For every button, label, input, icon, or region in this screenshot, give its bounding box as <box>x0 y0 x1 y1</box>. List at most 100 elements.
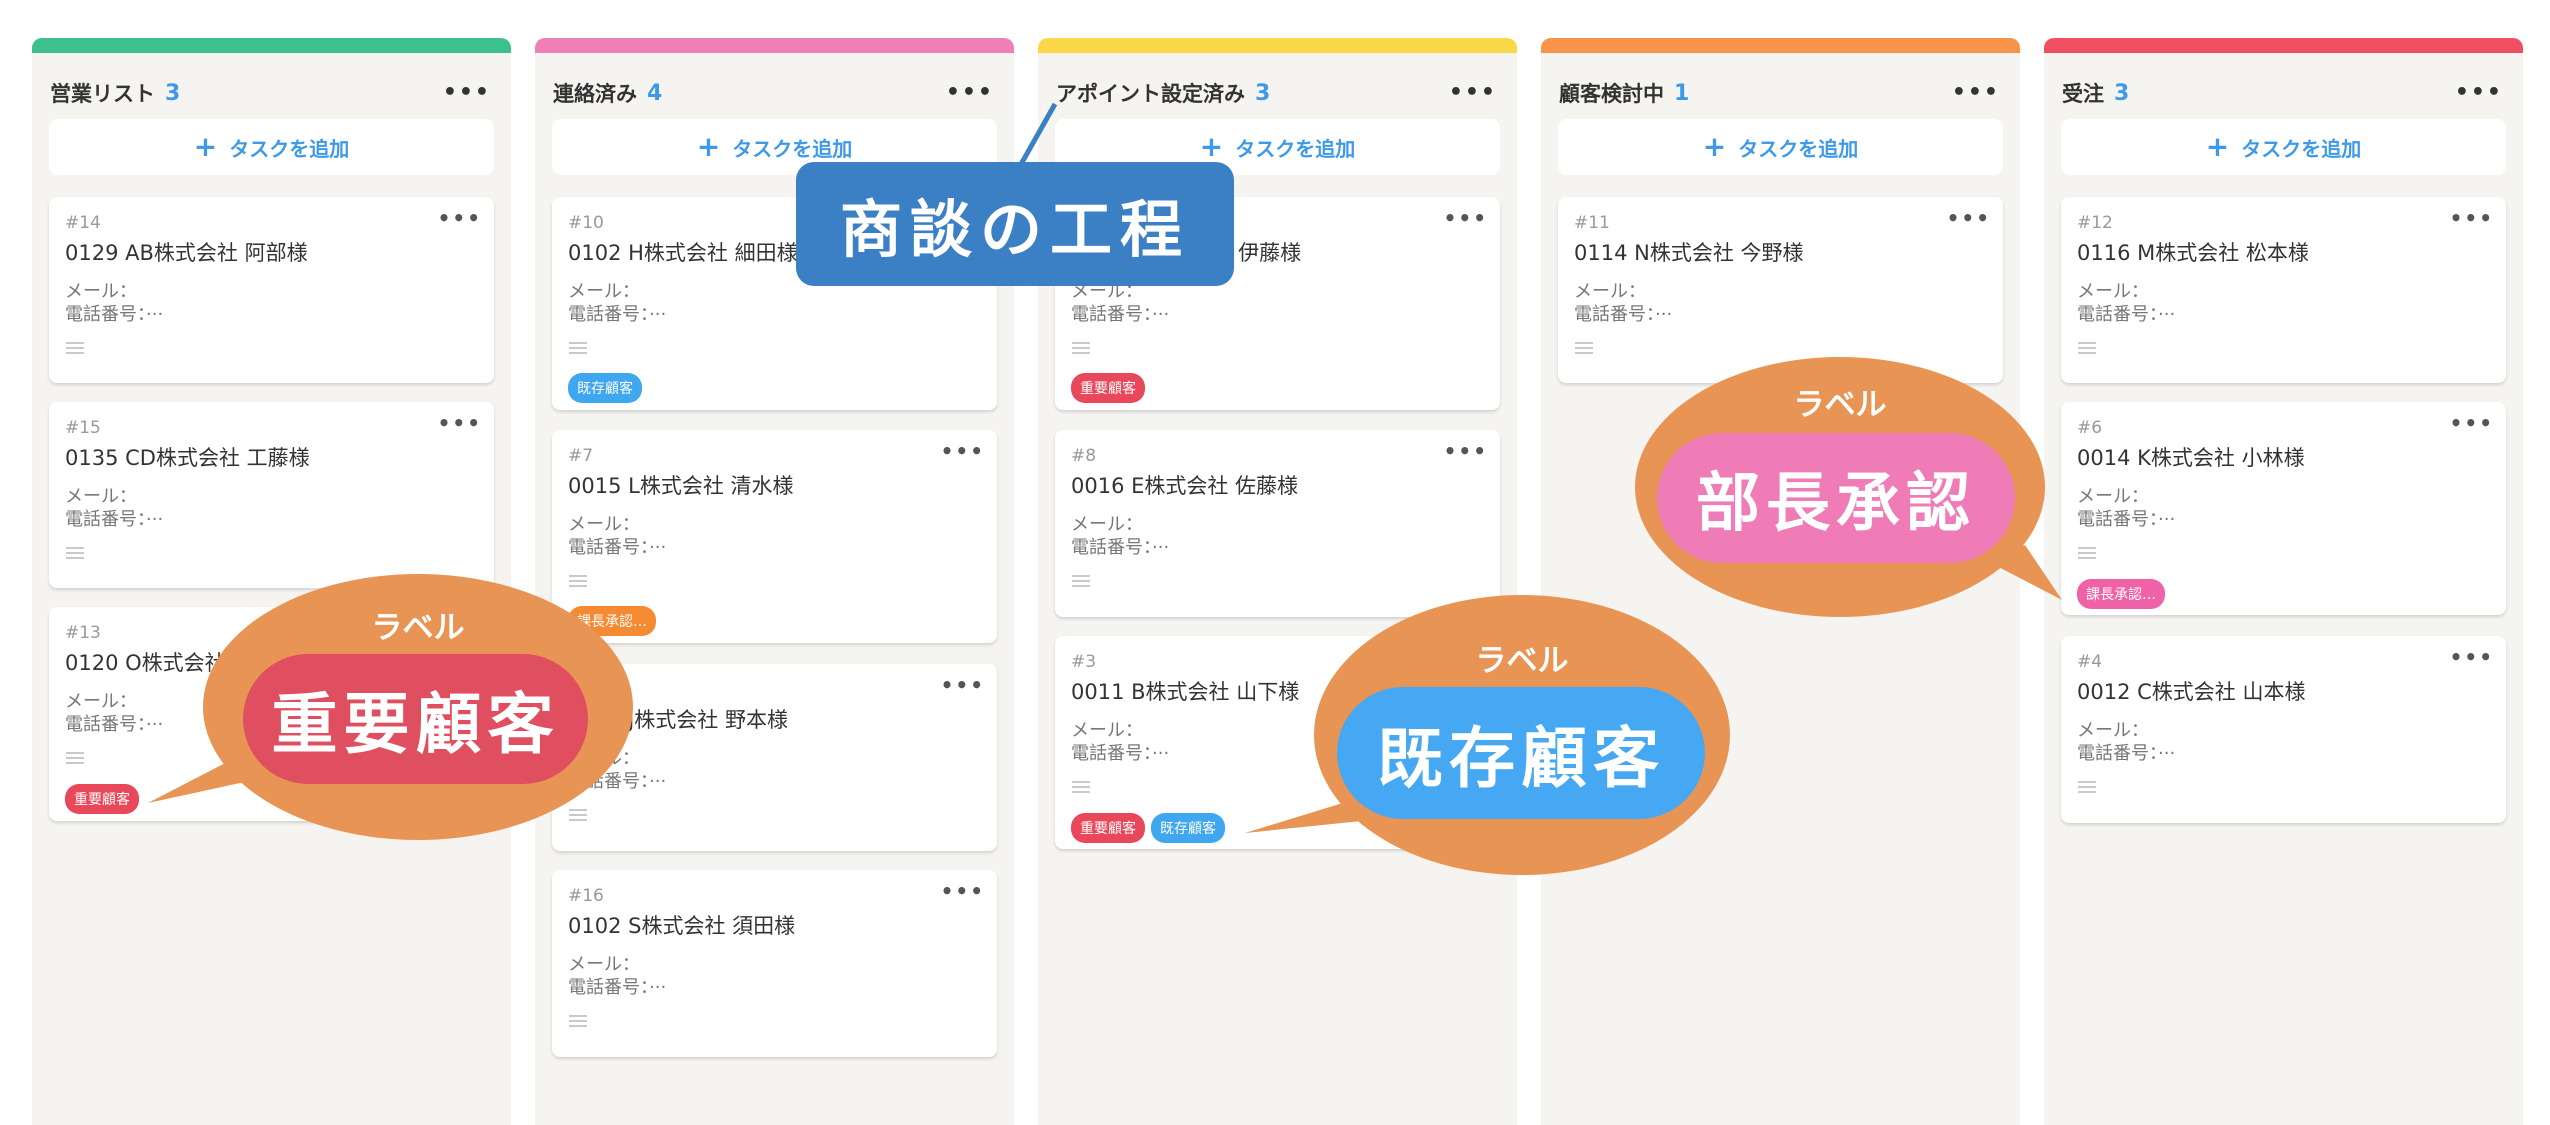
callout-label-manager-approval: ラベル 部長承認 <box>1635 357 2045 617</box>
card-more-icon[interactable]: ••• <box>2450 206 2494 230</box>
kanban-board: 営業リスト 3 ••• + タスクを追加 #14 ••• 0129 AB株式会社… <box>0 0 2550 1125</box>
callout-label-important: ラベル 重要顧客 <box>203 574 633 840</box>
label-chip[interactable]: 課長承認… <box>2077 579 2165 609</box>
card-title: 0116 M株式会社 松本様 <box>2077 241 2309 265</box>
card-more-icon[interactable]: ••• <box>1444 206 1488 230</box>
callout-caption: ラベル <box>371 610 465 646</box>
task-card[interactable]: #11 ••• 0114 N株式会社 今野様 メール： 電話番号：··· <box>1558 197 2003 383</box>
callout-pill: 重要顧客 <box>243 654 588 784</box>
column-color-bar <box>32 38 511 53</box>
card-id: #14 <box>65 213 101 233</box>
card-more-icon[interactable]: ••• <box>438 411 482 435</box>
task-card[interactable]: #8 ••• 0016 E株式会社 佐藤様 メール： 電話番号：··· <box>1055 430 1500 617</box>
callout-label-existing: ラベル 既存顧客 <box>1314 595 1730 875</box>
column-more-icon[interactable]: ••• <box>1952 82 2000 104</box>
add-task-button[interactable]: + タスクを追加 <box>49 119 494 175</box>
card-more-icon[interactable]: ••• <box>438 206 482 230</box>
card-title: 0129 AB株式会社 阿部様 <box>65 241 308 265</box>
card-phone: 電話番号：··· <box>2077 743 2176 764</box>
column-header: 営業リスト 3 ••• <box>50 73 491 113</box>
column-more-icon[interactable]: ••• <box>2455 82 2503 104</box>
checklist-icon <box>66 547 84 561</box>
checklist-icon <box>569 342 587 356</box>
card-id: #13 <box>65 623 101 643</box>
column-header: 顧客検討中 1 ••• <box>1559 73 2000 113</box>
card-title: 0015 L株式会社 清水様 <box>568 474 794 498</box>
column-more-icon[interactable]: ••• <box>443 82 491 104</box>
card-labels: 重要顧客 <box>65 784 139 814</box>
card-more-icon[interactable]: ••• <box>2450 411 2494 435</box>
label-chip[interactable]: 既存顧客 <box>1151 813 1225 843</box>
card-labels: 課長承認… <box>2077 579 2165 609</box>
column-color-bar <box>535 38 1014 53</box>
card-phone: 電話番号：··· <box>568 537 667 558</box>
card-id: #12 <box>2077 213 2113 233</box>
add-task-button[interactable]: + タスクを追加 <box>1558 119 2003 175</box>
card-labels: 既存顧客 <box>568 373 642 403</box>
checklist-icon <box>66 752 84 766</box>
task-card[interactable]: #12 ••• 0116 M株式会社 松本様 メール： 電話番号：··· <box>2061 197 2506 383</box>
plus-icon: + <box>1702 130 1727 163</box>
card-labels: 重要顧客 <box>1071 373 1145 403</box>
plus-icon: + <box>2205 130 2230 163</box>
card-id: #4 <box>2077 652 2103 672</box>
callout-pill: 既存顧客 <box>1337 687 1705 819</box>
card-more-icon[interactable]: ••• <box>941 879 985 903</box>
card-title: 0102 S株式会社 須田様 <box>568 914 796 938</box>
card-more-icon[interactable]: ••• <box>1444 439 1488 463</box>
card-id: #15 <box>65 418 101 438</box>
callout-caption: ラベル <box>1793 387 1887 423</box>
column-count: 3 <box>2114 80 2130 106</box>
card-id: #16 <box>568 886 604 906</box>
callout-caption: ラベル <box>1475 643 1569 679</box>
column-title: 連絡済み <box>553 82 637 106</box>
column-title: 受注 <box>2062 82 2104 106</box>
card-phone: 電話番号：··· <box>1071 304 1170 325</box>
task-card[interactable]: #16 ••• 0102 S株式会社 須田様 メール： 電話番号：··· <box>552 870 997 1057</box>
column-count: 3 <box>1255 80 1271 106</box>
card-phone: 電話番号：··· <box>65 714 164 735</box>
column-color-bar <box>1541 38 2020 53</box>
checklist-icon <box>2078 547 2096 561</box>
label-chip[interactable]: 重要顧客 <box>1071 373 1145 403</box>
task-card[interactable]: #6 ••• 0014 K株式会社 小林様 メール： 電話番号：··· 課長承認… <box>2061 402 2506 615</box>
card-more-icon[interactable]: ••• <box>1947 206 1991 230</box>
card-phone: 電話番号：··· <box>568 977 667 998</box>
card-title: 0135 CD株式会社 工藤様 <box>65 446 310 470</box>
label-chip[interactable]: 既存顧客 <box>568 373 642 403</box>
card-more-icon[interactable]: ••• <box>941 439 985 463</box>
card-id: #10 <box>568 213 604 233</box>
checklist-icon <box>1072 781 1090 795</box>
card-id: #3 <box>1071 652 1097 672</box>
column-count: 1 <box>1674 80 1690 106</box>
add-task-label: タスクを追加 <box>229 136 350 161</box>
card-id: #11 <box>1574 213 1610 233</box>
label-chip[interactable]: 重要顧客 <box>65 784 139 814</box>
card-title: 0114 N株式会社 今野様 <box>1574 241 1804 265</box>
add-task-label: タスクを追加 <box>732 136 853 161</box>
column-more-icon[interactable]: ••• <box>1449 82 1497 104</box>
task-card[interactable]: #14 ••• 0129 AB株式会社 阿部様 メール： 電話番号：··· <box>49 197 494 383</box>
add-task-label: タスクを追加 <box>1738 136 1859 161</box>
card-title: 0014 K株式会社 小林様 <box>2077 446 2305 470</box>
card-phone: 電話番号：··· <box>1071 537 1170 558</box>
column-color-bar <box>2044 38 2523 53</box>
card-title: 0016 E株式会社 佐藤様 <box>1071 474 1299 498</box>
process-banner: 商談の工程 <box>796 162 1234 286</box>
task-card[interactable]: #4 ••• 0012 C株式会社 山本様 メール： 電話番号：··· <box>2061 636 2506 823</box>
column-title: 営業リスト <box>50 82 155 106</box>
card-more-icon[interactable]: ••• <box>2450 645 2494 669</box>
plus-icon: + <box>696 130 721 163</box>
label-chip[interactable]: 重要顧客 <box>1071 813 1145 843</box>
column-more-icon[interactable]: ••• <box>946 82 994 104</box>
add-task-button[interactable]: + タスクを追加 <box>2061 119 2506 175</box>
card-id: #8 <box>1071 446 1097 466</box>
checklist-icon <box>2078 781 2096 795</box>
column-color-bar <box>1038 38 1517 53</box>
column-header: 連絡済み 4 ••• <box>553 73 994 113</box>
checklist-icon <box>1072 575 1090 589</box>
card-id: #7 <box>568 446 594 466</box>
card-phone: 電話番号：··· <box>568 304 667 325</box>
task-card[interactable]: #15 ••• 0135 CD株式会社 工藤様 メール： 電話番号：··· <box>49 402 494 588</box>
card-more-icon[interactable]: ••• <box>941 673 985 697</box>
